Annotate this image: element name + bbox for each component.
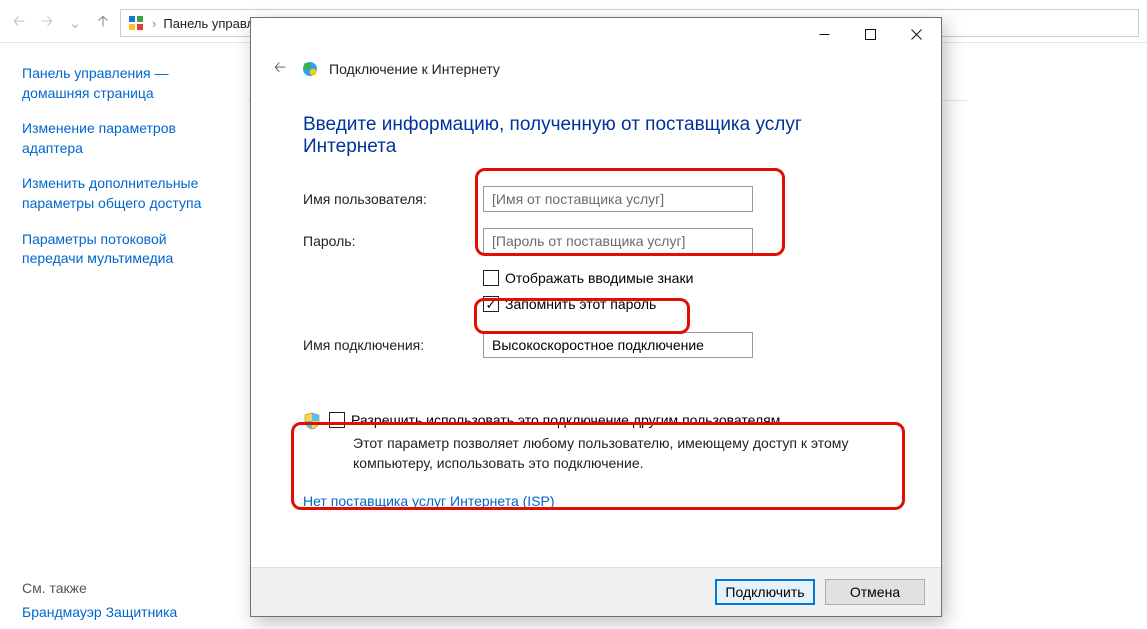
dialog-footer: Подключить Отмена bbox=[251, 567, 941, 616]
allow-others-desc: Этот параметр позволяет любому пользоват… bbox=[353, 434, 883, 473]
see-also-link[interactable]: Брандмауэр Защитника bbox=[22, 604, 177, 620]
sidebar-item-adapter[interactable]: Изменение параметров адаптера bbox=[22, 119, 224, 158]
checkbox-allow-others[interactable] bbox=[329, 412, 345, 428]
row-conn-name: Имя подключения: bbox=[303, 332, 889, 358]
chevron-right-icon: › bbox=[152, 16, 156, 31]
row-show-chars: Отображать вводимые знаки bbox=[483, 270, 889, 286]
dialog-heading: Введите информацию, полученную от постав… bbox=[303, 114, 889, 158]
sidebar-item-streaming[interactable]: Параметры потоковой передачи мультимедиа bbox=[22, 230, 224, 269]
dialog-header: 🡠 Подключение к Интернету bbox=[251, 50, 941, 94]
see-also-header: См. также bbox=[22, 580, 87, 596]
nav-back-icon[interactable]: 🡠 bbox=[8, 12, 30, 34]
label-username: Имя пользователя: bbox=[303, 191, 483, 207]
row-username: Имя пользователя: bbox=[303, 186, 889, 212]
dialog-title: Подключение к Интернету bbox=[329, 61, 500, 77]
connect-button[interactable]: Подключить bbox=[715, 579, 815, 605]
allow-others-block: Разрешить использовать это подключение д… bbox=[303, 412, 889, 473]
password-input[interactable] bbox=[483, 228, 753, 254]
nav-up-icon[interactable]: 🡡 bbox=[92, 12, 114, 34]
username-input[interactable] bbox=[483, 186, 753, 212]
sidebar-item-sharing[interactable]: Изменить дополнительные параметры общего… bbox=[22, 174, 224, 213]
connect-dialog: 🡠 Подключение к Интернету Введите информ… bbox=[250, 17, 942, 617]
label-show-chars: Отображать вводимые знаки bbox=[505, 270, 693, 286]
label-conn-name: Имя подключения: bbox=[303, 337, 483, 353]
header-back-button[interactable]: 🡠 bbox=[269, 58, 291, 80]
sidebar: Панель управления — домашняя страница Из… bbox=[0, 52, 240, 285]
maximize-button[interactable] bbox=[847, 19, 893, 49]
close-button[interactable] bbox=[893, 19, 939, 49]
network-globe-icon bbox=[301, 60, 319, 78]
row-password: Пароль: bbox=[303, 228, 889, 254]
row-remember: Запомнить этот пароль bbox=[483, 296, 889, 312]
checkbox-remember[interactable] bbox=[483, 296, 499, 312]
shield-icon bbox=[303, 412, 321, 430]
nav-forward-icon: 🡢 bbox=[36, 12, 58, 34]
cancel-button[interactable]: Отмена bbox=[825, 579, 925, 605]
nav-dropdown-icon[interactable]: ⌄ bbox=[64, 12, 86, 34]
no-isp-link[interactable]: Нет поставщика услуг Интернета (ISP) bbox=[303, 493, 555, 509]
label-password: Пароль: bbox=[303, 233, 483, 249]
sidebar-item-home[interactable]: Панель управления — домашняя страница bbox=[22, 64, 224, 103]
conn-name-input[interactable] bbox=[483, 332, 753, 358]
label-remember: Запомнить этот пароль bbox=[505, 296, 656, 312]
titlebar bbox=[251, 18, 941, 50]
checkbox-show-chars[interactable] bbox=[483, 270, 499, 286]
minimize-button[interactable] bbox=[801, 19, 847, 49]
label-allow-others: Разрешить использовать это подключение д… bbox=[351, 412, 780, 428]
control-panel-icon bbox=[127, 14, 145, 32]
dialog-body: Введите информацию, полученную от постав… bbox=[251, 94, 941, 509]
